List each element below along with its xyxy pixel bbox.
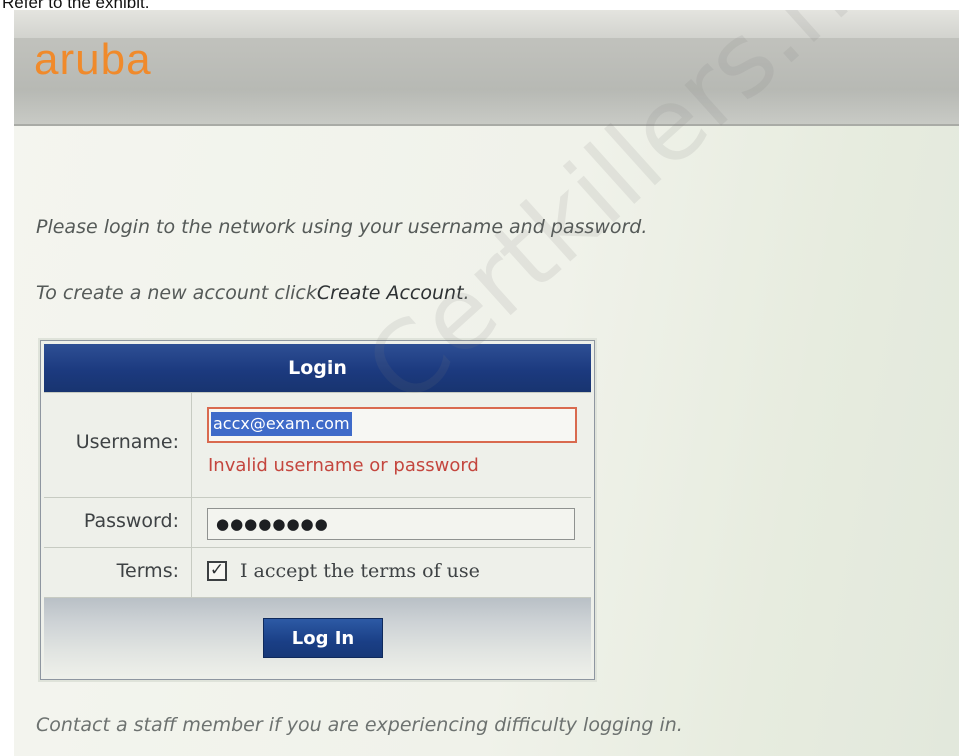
- submit-row: Log In: [44, 597, 591, 677]
- page: Refer to the exhibit. aruba Please login…: [0, 0, 959, 756]
- terms-label-cell: Terms:: [44, 548, 192, 598]
- username-label: Username:: [75, 431, 179, 453]
- create-account-prefix: To create a new account click: [36, 282, 317, 304]
- login-form-title: Login: [44, 344, 591, 392]
- create-account-suffix: .: [463, 282, 470, 304]
- terms-checkbox[interactable]: ✓: [207, 561, 227, 581]
- create-account-instructions: To create a new account clickCreate Acco…: [36, 282, 470, 304]
- log-in-button[interactable]: Log In: [263, 618, 383, 658]
- username-value: accx@exam.com: [211, 412, 352, 436]
- captive-portal-screen: aruba Please login to the network using …: [14, 10, 959, 756]
- header-top-strip: [14, 10, 959, 38]
- aruba-logo: aruba: [34, 35, 152, 84]
- login-form: Login Username: accx@exam.com Invalid us…: [40, 340, 595, 680]
- password-label-cell: Password:: [44, 498, 192, 548]
- password-row: Password: ●●●●●●●●: [44, 497, 591, 548]
- username-label-cell: Username:: [44, 393, 192, 498]
- password-mask: ●●●●●●●●: [216, 515, 329, 533]
- terms-label: Terms:: [116, 560, 179, 582]
- username-input[interactable]: accx@exam.com: [207, 407, 577, 443]
- terms-row: Terms: ✓ I accept the terms of use: [44, 547, 591, 598]
- username-row: Username: accx@exam.com Invalid username…: [44, 392, 591, 498]
- portal-header: aruba: [14, 10, 959, 126]
- terms-text: I accept the terms of use: [240, 560, 480, 582]
- password-label: Password:: [83, 510, 179, 532]
- login-error-message: Invalid username or password: [208, 455, 479, 476]
- login-instructions: Please login to the network using your u…: [36, 216, 648, 238]
- create-account-link[interactable]: Create Account: [317, 282, 464, 304]
- password-input[interactable]: ●●●●●●●●: [207, 508, 575, 540]
- staff-contact-note: Contact a staff member if you are experi…: [36, 714, 683, 736]
